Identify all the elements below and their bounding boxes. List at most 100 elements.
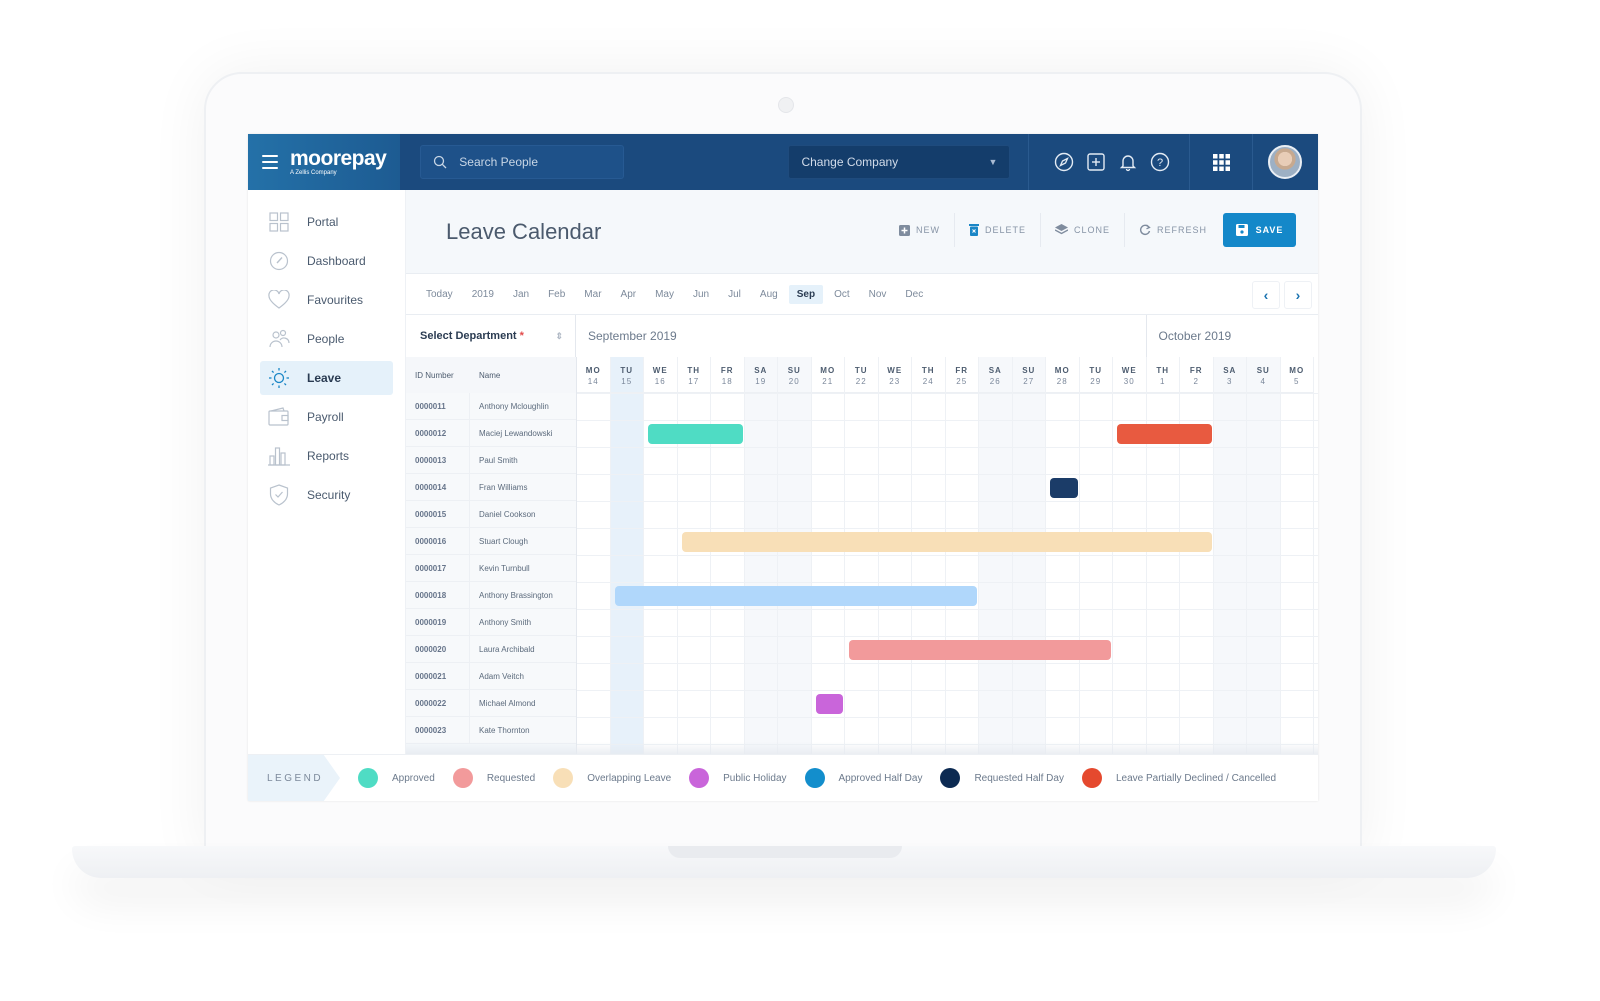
hamburger-menu-icon[interactable] [262, 155, 278, 169]
add-box-icon[interactable] [1085, 151, 1107, 173]
sidebar-item-portal[interactable]: Portal [260, 205, 393, 239]
dropdown-caret-icon: ▼ [988, 157, 998, 167]
leave-bar-overlapping[interactable] [681, 532, 1212, 552]
sidebar-item-label: Leave [307, 371, 342, 385]
day-header: TH 1 [1146, 357, 1179, 393]
department-select[interactable]: Select Department * ⇕ [406, 315, 576, 357]
search-people-input[interactable]: Search People [420, 145, 625, 179]
layers-icon [1054, 224, 1068, 235]
leave-bar-declined[interactable] [1117, 424, 1212, 444]
employee-id: 0000013 [406, 447, 470, 473]
sidebar-item-label: Portal [307, 215, 339, 229]
legend-color-dot [452, 768, 473, 788]
legend-item-label: Approved [392, 772, 435, 784]
day-of-week: TH [687, 366, 701, 375]
refresh-button[interactable]: REFRESH [1125, 213, 1221, 247]
id-number-header: ID Number [415, 370, 454, 380]
next-arrow-icon[interactable]: › [1284, 281, 1312, 309]
day-header: FR 18 [711, 357, 744, 393]
avatar[interactable] [1268, 145, 1303, 179]
bell-icon[interactable] [1117, 151, 1139, 173]
employee-name: Anthony Mcloughlin [479, 401, 549, 411]
employee-row[interactable]: 0000020 Laura Archibald [406, 636, 576, 663]
shield-icon [268, 484, 290, 506]
employee-row[interactable]: 0000022 Michael Almond [406, 690, 576, 717]
new-button[interactable]: NEW [885, 213, 955, 247]
day-of-week: MO [1054, 366, 1070, 375]
employee-row[interactable]: 0000018 Anthony Brassington [406, 582, 576, 609]
sidebar-item-label: Favourites [307, 293, 364, 307]
leave-bar-holiday[interactable] [815, 694, 843, 714]
clone-button[interactable]: CLONE [1041, 213, 1125, 247]
employee-row[interactable]: 0000014 Fran Williams [406, 474, 576, 501]
day-number: 16 [654, 377, 666, 386]
leave-bar-requested-half[interactable] [1050, 478, 1078, 498]
month-tab-apr[interactable]: Apr [613, 285, 645, 304]
legend-item: Requested [452, 768, 535, 788]
month-tab-mar[interactable]: Mar [576, 285, 609, 304]
logo[interactable]: moorepay A Zellis Company [290, 148, 387, 176]
save-button[interactable]: SAVE [1223, 213, 1296, 247]
sidebar-item-label: Security [307, 488, 351, 502]
user-menu[interactable] [1253, 134, 1318, 190]
legend-label: LEGEND [248, 754, 340, 801]
sidebar-item-leave[interactable]: Leave [260, 361, 393, 395]
employee-row[interactable]: 0000016 Stuart Clough [406, 528, 576, 555]
employee-row[interactable]: 0000017 Kevin Turnbull [406, 555, 576, 582]
sidebar-item-security[interactable]: Security [260, 478, 393, 512]
previous-arrow-icon[interactable]: ‹ [1252, 281, 1280, 309]
month-tab-jul[interactable]: Jul [720, 285, 749, 304]
employee-name: Fran Williams [479, 482, 528, 492]
employee-row[interactable]: 0000021 Adam Veitch [406, 663, 576, 690]
employee-name: Stuart Clough [479, 536, 528, 546]
month-tab-today[interactable]: Today [418, 285, 461, 304]
department-select-label: Select Department [420, 330, 517, 342]
employee-id: 0000015 [406, 501, 470, 527]
sidebar-item-favourites[interactable]: Favourites [260, 283, 393, 317]
month-tab-jan[interactable]: Jan [505, 285, 537, 304]
day-of-week: SA [1223, 366, 1237, 375]
day-of-week: WE [887, 366, 903, 375]
month-tab-oct[interactable]: Oct [826, 285, 858, 304]
legend-item-label: Overlapping Leave [587, 772, 672, 784]
day-header: SU 4 [1247, 357, 1280, 393]
delete-button[interactable]: DELETE [955, 213, 1041, 247]
sidebar-item-payroll[interactable]: Payroll [260, 400, 393, 434]
month-tab-may[interactable]: May [647, 285, 682, 304]
leave-bar-approved-light[interactable] [614, 586, 977, 606]
employee-row[interactable]: 0000019 Anthony Smith [406, 609, 576, 636]
month-tab-feb[interactable]: Feb [540, 285, 573, 304]
logo-tagline: A Zellis Company [290, 170, 337, 176]
change-company-select[interactable]: Change Company ▼ [788, 145, 1011, 179]
day-header: FR 2 [1180, 357, 1213, 393]
sidebar-item-dashboard[interactable]: Dashboard [260, 244, 393, 278]
employee-row[interactable]: 0000023 Kate Thornton [406, 717, 576, 744]
save-label: SAVE [1255, 225, 1284, 235]
toolbar: NEW DELETE CLONE REFRESH SAVE [885, 213, 1296, 247]
sidebar-item-reports[interactable]: Reports [260, 439, 393, 473]
sidebar-item-people[interactable]: People [260, 322, 393, 356]
month-tab-nov[interactable]: Nov [861, 285, 895, 304]
employee-row[interactable]: 0000015 Daniel Cookson [406, 501, 576, 528]
employee-row[interactable]: 0000011 Anthony Mcloughlin [406, 393, 576, 420]
employee-name: Laura Archibald [479, 644, 535, 654]
legend-item-label: Public Holiday [723, 772, 787, 784]
leave-bar-requested[interactable] [849, 640, 1111, 660]
employee-row[interactable]: 0000013 Paul Smith [406, 447, 576, 474]
month-tab-2019[interactable]: 2019 [464, 285, 502, 304]
month-tab-dec[interactable]: Dec [897, 285, 931, 304]
day-header: MO 5 [1280, 357, 1313, 393]
apps-grid-icon[interactable] [1190, 134, 1251, 190]
day-of-week: WE [1121, 366, 1137, 375]
day-number: 28 [1056, 377, 1068, 386]
help-icon[interactable]: ? [1149, 151, 1171, 173]
leave-bar-approved[interactable] [648, 424, 743, 444]
month-tab-sep[interactable]: Sep [788, 284, 824, 304]
compass-icon[interactable] [1053, 151, 1075, 173]
month-tab-jun[interactable]: Jun [685, 285, 717, 304]
month-tab-aug[interactable]: Aug [752, 285, 786, 304]
employee-row[interactable]: 0000012 Maciej Lewandowski [406, 420, 576, 447]
day-header: SA 26 [979, 357, 1012, 393]
employee-name: Michael Almond [479, 698, 536, 708]
legend-item: Approved [358, 768, 435, 788]
